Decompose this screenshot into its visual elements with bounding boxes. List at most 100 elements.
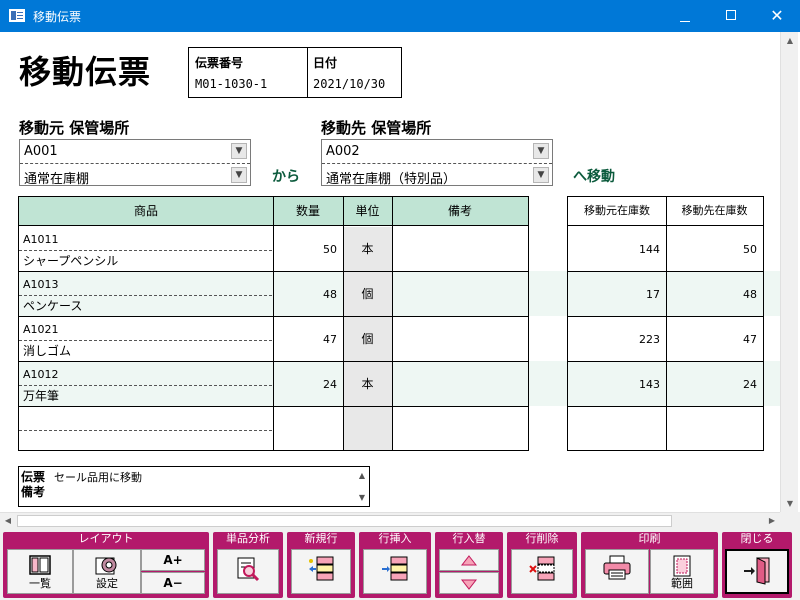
dest-stock-cell: 47 [743, 333, 757, 346]
title-bar: 移動伝票 ✕ [0, 0, 800, 32]
font-size-up-button[interactable]: A+ [141, 549, 205, 571]
slip-notes-value[interactable]: セール品用に移動 [54, 469, 142, 485]
list-view-icon [29, 555, 51, 575]
close-group: 閉じる [722, 532, 792, 598]
delete-row-group: 行削除 [507, 532, 577, 598]
minimize-button[interactable] [662, 0, 708, 32]
close-window-button[interactable]: ✕ [754, 0, 800, 32]
bottom-toolbar: レイアウト 一覧 設定 A+ A− 単品分析 新規行 行挿入 行入替 行削除 印… [0, 528, 800, 600]
note-cell[interactable] [392, 317, 528, 362]
delete-row-button[interactable] [511, 549, 573, 594]
triangle-down-icon [460, 579, 478, 590]
unit-cell: 個 [343, 317, 392, 362]
close-form-button[interactable] [725, 549, 789, 594]
scroll-up-icon[interactable]: ▲ [359, 471, 365, 480]
source-name-value: 通常在庫棚 [24, 172, 90, 187]
app-icon [9, 9, 25, 22]
dest-stock-cell: 24 [743, 378, 757, 391]
dest-stock-cell: 48 [743, 288, 757, 301]
header-note: 備考 [392, 197, 528, 226]
new-row-icon [309, 556, 334, 581]
note-cell[interactable] [392, 227, 528, 272]
item-code: A1021 [23, 323, 59, 336]
item-name: シャープペンシル [23, 254, 119, 268]
source-stock-cell: 223 [639, 333, 660, 346]
unit-cell: 本 [343, 227, 392, 272]
source-location-combos: A001 ▼ 通常在庫棚 ▼ [19, 139, 251, 187]
unit-cell: 本 [343, 362, 392, 407]
note-cell[interactable] [392, 362, 528, 407]
print-group: 印刷 範囲 [581, 532, 718, 598]
move-row-down-button[interactable] [439, 572, 499, 594]
header-unit: 単位 [343, 197, 392, 226]
item-code: A1011 [23, 233, 59, 246]
source-stock-cell: 143 [639, 378, 660, 391]
font-size-down-button[interactable]: A− [141, 572, 205, 594]
header-dest-stock: 移動先在庫数 [666, 197, 763, 226]
item-code: A1013 [23, 278, 59, 291]
slip-info-box: 伝票番号 M01-1030-1 日付 2021/10/30 [188, 47, 402, 98]
qty-cell[interactable]: 48 [273, 272, 343, 317]
unit-cell: 個 [343, 272, 392, 317]
print-button[interactable] [585, 549, 649, 594]
source-code-value: A001 [24, 144, 58, 159]
slip-notes[interactable]: 伝票備考 セール品用に移動 ▲ ▼ [18, 466, 370, 507]
table-row[interactable]: A1021 消しゴム [19, 317, 273, 362]
minimize-icon [680, 20, 690, 22]
chevron-down-icon[interactable]: ▼ [533, 143, 549, 159]
slip-number-label: 伝票番号 [195, 56, 244, 70]
destination-name-select[interactable]: 通常在庫棚（特別品） ▼ [322, 164, 552, 187]
insert-row-button[interactable] [363, 549, 427, 594]
source-code-select[interactable]: A001 ▼ [20, 140, 250, 162]
form-title: 移動伝票 [19, 53, 152, 91]
date-label: 日付 [313, 56, 338, 70]
table-row[interactable]: A1011 シャープペンシル [19, 227, 273, 272]
layout-settings-button[interactable]: 設定 [73, 549, 141, 594]
qty-cell[interactable]: 24 [273, 362, 343, 407]
scroll-down-icon[interactable]: ▼ [359, 493, 365, 502]
destination-name-value: 通常在庫棚（特別品） [326, 172, 457, 187]
window-title: 移動伝票 [33, 10, 82, 24]
swap-row-group: 行入替 [435, 532, 503, 598]
chevron-down-icon[interactable]: ▼ [231, 167, 247, 183]
move-row-up-button[interactable] [439, 549, 499, 571]
slip-number-value[interactable]: M01-1030-1 [195, 77, 267, 91]
vertical-scrollbar[interactable]: ▲ ▼ [780, 32, 798, 512]
destination-location-label: 移動先 保管場所 [321, 119, 432, 137]
exit-door-icon [744, 557, 770, 585]
print-range-button[interactable]: 範囲 [650, 549, 714, 594]
insert-row-group: 行挿入 [359, 532, 431, 598]
items-grid: 商品 数量 単位 備考 A1011 シャープペンシル 50 本 A1013 ペン… [18, 196, 529, 451]
magnifier-icon [237, 557, 260, 582]
scroll-right-icon[interactable]: ▶ [764, 513, 780, 529]
destination-code-select[interactable]: A002 ▼ [322, 140, 552, 162]
item-analysis-button[interactable] [217, 549, 279, 594]
header-qty: 数量 [273, 197, 343, 226]
new-row-button[interactable] [291, 549, 351, 594]
header-item: 商品 [19, 197, 273, 226]
table-row[interactable]: A1013 ペンケース [19, 272, 273, 317]
source-name-select[interactable]: 通常在庫棚 ▼ [20, 164, 250, 187]
scroll-down-icon[interactable]: ▼ [781, 495, 799, 512]
header-source-stock: 移動元在庫数 [568, 197, 666, 226]
qty-cell[interactable]: 50 [273, 227, 343, 272]
horizontal-scrollbar[interactable]: ◀ ▶ [0, 512, 780, 528]
maximize-button[interactable] [708, 0, 754, 32]
maximize-icon [726, 10, 736, 20]
printer-icon [603, 555, 631, 580]
table-row[interactable]: A1012 万年筆 [19, 362, 273, 407]
scrollbar-thumb[interactable] [17, 515, 672, 527]
chevron-down-icon[interactable]: ▼ [231, 143, 247, 159]
from-connector: から [272, 169, 300, 185]
stock-grid: 移動元在庫数 移動先在庫数 144 50 17 48 223 47 143 24 [567, 196, 764, 451]
scroll-left-icon[interactable]: ◀ [0, 513, 16, 529]
unit-cell [343, 407, 392, 450]
qty-cell[interactable]: 47 [273, 317, 343, 362]
list-view-button[interactable]: 一覧 [7, 549, 73, 594]
analysis-group: 単品分析 [213, 532, 283, 598]
date-value[interactable]: 2021/10/30 [313, 77, 385, 91]
table-row-empty[interactable] [19, 407, 273, 452]
note-cell[interactable] [392, 272, 528, 317]
scroll-up-icon[interactable]: ▲ [781, 32, 799, 49]
chevron-down-icon[interactable]: ▼ [533, 167, 549, 183]
